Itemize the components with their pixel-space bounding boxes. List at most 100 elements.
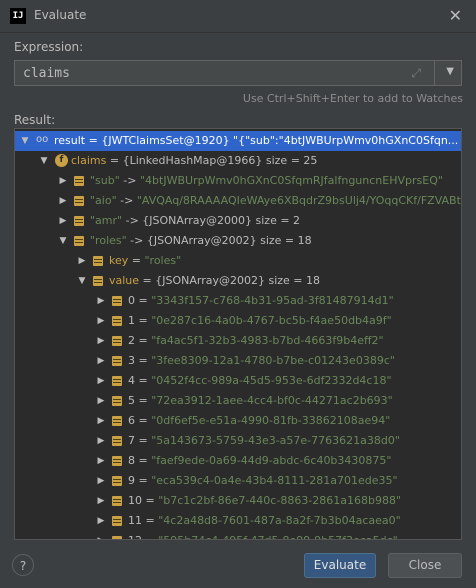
tree-row[interactable]: ▶ 6 = "0df6ef5e-e51a-4990-81fb-33862108ae… (15, 411, 461, 431)
var-name: 5 (128, 394, 135, 407)
var-name: 1 (128, 314, 135, 327)
chevron-right-icon[interactable]: ▶ (96, 391, 106, 411)
tree-row[interactable]: ▼ f claims = {LinkedHashMap@1966} size = 2… (15, 151, 461, 171)
chevron-right-icon[interactable]: ▶ (58, 211, 68, 231)
field-icon (112, 456, 122, 466)
field-icon (74, 196, 84, 206)
tree-row-label: result = {JWTClaimsSet@1920} "{"sub":"4b… (54, 131, 461, 151)
tree-row[interactable]: ▶ 4 = "0452f4cc-989a-45d5-953e-6df2332d4c… (15, 371, 461, 391)
var-value: = (135, 434, 152, 447)
chevron-down-icon[interactable]: ▼ (77, 271, 87, 291)
tree-row[interactable]: ▶ key = "roles" (15, 251, 461, 271)
field-icon (112, 536, 122, 539)
field-icon (112, 376, 122, 386)
expand-icon[interactable]: ⤢ (411, 66, 421, 81)
map-key: "sub" (90, 174, 120, 187)
chevron-right-icon[interactable]: ▶ (96, 371, 106, 391)
tree-row-label: 5 = "72ea3912-1aee-4cc4-bf0c-44271ac2b69… (128, 391, 393, 411)
map-key: "roles" (90, 234, 127, 247)
tree-row-label: 2 = "fa4ac5f1-32b3-4983-b7bd-4663f9b4eff… (128, 331, 384, 351)
tree-row[interactable]: ▶ "aio" -> "AVQAq/8RAAAAQIeWAye6XBqdrZ9bs… (15, 191, 461, 211)
tree-row[interactable]: ▶ 12 = "595b74c4-495f-47d5-8e99-9b57f3eca… (15, 531, 461, 539)
tree-row[interactable]: ▶ 0 = "3343f157-c768-4b31-95ad-3f81487914… (15, 291, 461, 311)
tree-row[interactable]: ▶ 7 = "5a143673-5759-43e3-a57e-7763621a38… (15, 431, 461, 451)
tree-row[interactable]: ▶ 2 = "fa4ac5f1-32b3-4983-b7bd-4663f9b4ef… (15, 331, 461, 351)
tree-row-label: value = {JSONArray@2002} size = 18 (109, 271, 320, 291)
tree-row[interactable]: ▼ value = {JSONArray@2002} size = 18 (15, 271, 461, 291)
chevron-right-icon[interactable]: ▶ (96, 451, 106, 471)
close-icon[interactable]: ✕ (449, 6, 462, 25)
expression-field[interactable]: ⤢ ▼ (14, 60, 462, 86)
chevron-down-icon[interactable]: ▼ (446, 66, 454, 77)
map-key: "amr" (90, 214, 123, 227)
tree-row[interactable]: ▶ 5 = "72ea3912-1aee-4cc4-bf0c-44271ac2b6… (15, 391, 461, 411)
tree-row-label: key = "roles" (109, 251, 181, 271)
string-value: "fa4ac5f1-32b3-4983-b7bd-4663f9b4eff2" (151, 334, 384, 347)
chevron-right-icon[interactable]: ▶ (58, 171, 68, 191)
var-name: 12 (128, 534, 142, 539)
field-icon (112, 316, 122, 326)
tree-row-label: 0 = "3343f157-c768-4b31-95ad-3f81487914d… (128, 291, 394, 311)
var-value: = (142, 534, 158, 539)
tree-row[interactable]: ▼ "roles" -> {JSONArray@2002} size = 18 (15, 231, 461, 251)
chevron-right-icon[interactable]: ▶ (96, 531, 106, 539)
result-tree[interactable]: ▼ oo result = {JWTClaimsSet@1920} "{"sub":… (14, 128, 462, 540)
chevron-right-icon[interactable]: ▶ (96, 331, 106, 351)
chevron-down-icon[interactable]: ▼ (39, 151, 49, 171)
chevron-right-icon[interactable]: ▶ (96, 471, 106, 491)
intellij-logo-icon: IJ (10, 8, 26, 24)
field-icon (112, 296, 122, 306)
help-button[interactable]: ? (12, 554, 34, 576)
map-arrow: -> (119, 174, 140, 187)
chevron-right-icon[interactable]: ▶ (58, 191, 68, 211)
chevron-right-icon[interactable]: ▶ (96, 291, 106, 311)
string-value: "0e287c16-4a0b-4767-bc5b-f4ae50db4a9f" (151, 314, 392, 327)
chevron-down-icon[interactable]: ▼ (58, 231, 68, 251)
field-icon (112, 336, 122, 346)
var-name: value (109, 274, 140, 287)
field-icon (112, 396, 122, 406)
tree-row[interactable]: ▶ "sub" -> "4btJWBUrpWmv0hGXnC0SfqmRJfalf… (15, 171, 461, 191)
tree-row[interactable]: ▶ 8 = "faef9ede-0a69-44d9-abdc-6c40b34308… (15, 451, 461, 471)
tree-row[interactable]: ▶ 10 = "b7c1c2bf-86e7-440c-8863-2861a168b… (15, 491, 461, 511)
string-value: "595b74c4-495f-47d5-8e99-9b57f3eca5dc" (158, 534, 397, 539)
result-label: Result: (14, 113, 56, 127)
watch-glasses-icon: oo (36, 134, 49, 145)
chevron-right-icon[interactable]: ▶ (96, 411, 106, 431)
tree-row-label: 8 = "faef9ede-0a69-44d9-abdc-6c40b343087… (128, 451, 391, 471)
tree-row[interactable]: ▶ 1 = "0e287c16-4a0b-4767-bc5b-f4ae50db4a… (15, 311, 461, 331)
tree-row[interactable]: ▶ 3 = "3fee8309-12a1-4780-b7be-c01243e038… (15, 351, 461, 371)
field-icon (74, 216, 84, 226)
tree-row-label: 3 = "3fee8309-12a1-4780-b7be-c01243e0389… (128, 351, 395, 371)
var-value: = {JSONArray@2002} size = 18 (139, 274, 321, 287)
string-value: "3343f157-c768-4b31-95ad-3f81487914d1" (151, 294, 394, 307)
chevron-right-icon[interactable]: ▶ (77, 251, 87, 271)
chevron-right-icon[interactable]: ▶ (96, 431, 106, 451)
var-value: = (135, 314, 152, 327)
var-name: key (109, 254, 129, 267)
map-arrow: -> {JSONArray@2000} size = 2 (122, 214, 301, 227)
tree-row[interactable]: ▶ 11 = "4c2a48d8-7601-487a-8a2f-7b3b04aca… (15, 511, 461, 531)
field-icon (112, 416, 122, 426)
var-value: = (142, 494, 159, 507)
string-value: "0452f4cc-989a-45d5-953e-6df2332d4c18" (151, 374, 392, 387)
tree-row[interactable]: ▼ oo result = {JWTClaimsSet@1920} "{"sub":… (15, 131, 461, 151)
var-name: 3 (128, 354, 135, 367)
var-name: result (54, 134, 86, 147)
expression-input[interactable] (21, 65, 405, 82)
chevron-right-icon[interactable]: ▶ (96, 351, 106, 371)
map-arrow: -> (116, 194, 137, 207)
tree-row[interactable]: ▶ 9 = "eca539c4-0a4e-43b4-8111-281a701ede… (15, 471, 461, 491)
map-value: "4btJWBUrpWmv0hGXnC0SfqmRJfalfnguncnEHVp… (140, 174, 443, 187)
chevron-right-icon[interactable]: ▶ (96, 491, 106, 511)
expression-label: Expression: (14, 40, 84, 54)
chevron-right-icon[interactable]: ▶ (96, 311, 106, 331)
map-key: "aio" (90, 194, 117, 207)
tree-row-label: 12 = "595b74c4-495f-47d5-8e99-9b57f3eca5… (128, 531, 398, 539)
chevron-right-icon[interactable]: ▶ (96, 511, 106, 531)
string-value: "eca539c4-0a4e-43b4-8111-281a701ede35" (151, 474, 398, 487)
evaluate-button[interactable]: Evaluate (304, 553, 376, 578)
close-button[interactable]: Close (388, 553, 462, 578)
chevron-down-icon[interactable]: ▼ (20, 131, 30, 151)
tree-row[interactable]: ▶ "amr" -> {JSONArray@2000} size = 2 (15, 211, 461, 231)
